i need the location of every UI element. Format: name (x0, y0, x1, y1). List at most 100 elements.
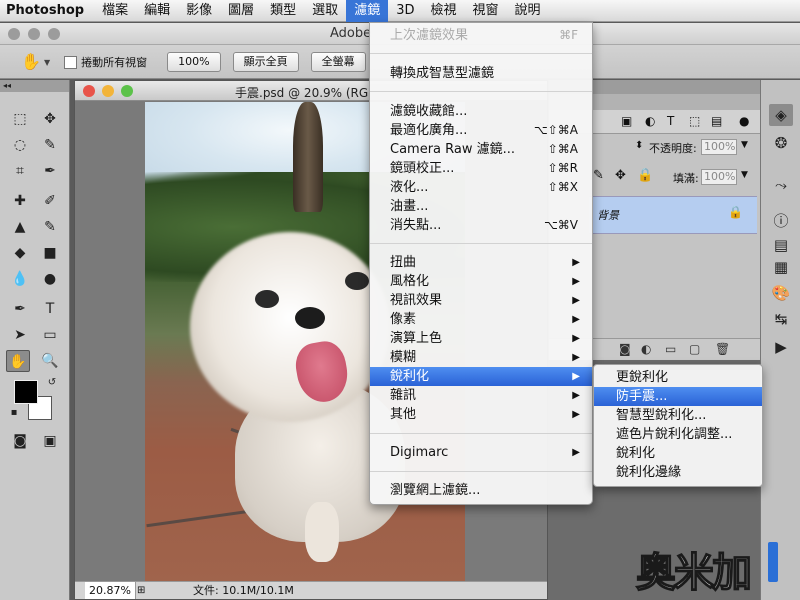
filter-shape-icon[interactable]: ⬚ (689, 114, 700, 128)
hand-tool-preset-icon[interactable]: ✋ (20, 51, 42, 73)
filter-adjustment-icon[interactable]: ◐ (645, 114, 655, 128)
swap-colors-icon[interactable]: ↺ (40, 372, 64, 394)
menu-item-convert-smart-filter[interactable]: 轉換成智慧型濾鏡 (370, 64, 592, 83)
window-minimize-button[interactable] (28, 28, 40, 40)
brush-tool-icon[interactable]: ✐ (38, 190, 62, 212)
default-colors-icon[interactable]: ▪ (2, 402, 26, 424)
gradient-tool-icon[interactable]: ■ (38, 242, 62, 264)
menu-item-liquify[interactable]: 液化... ⇧⌘X (370, 178, 592, 197)
blur-tool-icon[interactable]: 💧 (8, 268, 32, 290)
fill-chevron-icon[interactable]: ▼ (741, 170, 748, 180)
submenu-item-sharpen-more[interactable]: 更銳利化 (594, 368, 762, 387)
opacity-chevron-icon[interactable]: ▼ (741, 140, 748, 150)
new-layer-icon[interactable]: ▢ (689, 342, 700, 356)
menu-edit[interactable]: 編輯 (136, 0, 178, 22)
pen-tool-icon[interactable]: ✒ (8, 298, 32, 320)
menu-item-blur[interactable]: 模糊 ▶ (370, 348, 592, 367)
menu-item-adaptive-wide-angle[interactable]: 最適化廣角... ⌥⇧⌘A (370, 121, 592, 140)
fit-screen-button[interactable]: 顯示全頁 (232, 52, 299, 72)
submenu-item-unsharp-mask[interactable]: 遮色片銳利化調整... (594, 425, 762, 444)
menu-help[interactable]: 說明 (507, 0, 549, 22)
menu-item-last-filter[interactable]: 上次濾鏡效果 ⌘F (370, 26, 592, 45)
menu-3d[interactable]: 3D (388, 0, 422, 22)
paths-panel-icon[interactable]: ⤳ (769, 174, 793, 196)
menu-image[interactable]: 影像 (178, 0, 220, 22)
filter-smart-object-icon[interactable]: ▤ (711, 114, 722, 128)
marquee-tool-icon[interactable]: ⬚ (8, 108, 32, 130)
menu-item-render[interactable]: 演算上色 ▶ (370, 329, 592, 348)
status-menu-icon[interactable]: ⊞ (137, 582, 145, 599)
swatches-panel-icon[interactable]: ▦ (769, 256, 793, 278)
submenu-item-smart-sharpen[interactable]: 智慧型銳利化... (594, 406, 762, 425)
blend-mode-chevron-icon[interactable]: ⬍ (635, 140, 643, 151)
eraser-tool-icon[interactable]: ◆ (8, 242, 32, 264)
filter-type-icon[interactable]: T (667, 114, 674, 128)
doc-close-button[interactable] (83, 85, 95, 97)
menu-item-sharpen[interactable]: 銳利化 ▶ (370, 367, 592, 386)
history-panel-icon[interactable]: ↹ (769, 308, 793, 330)
fill-field[interactable]: 100% (701, 169, 737, 185)
submenu-item-sharpen[interactable]: 銳利化 (594, 444, 762, 463)
lock-pixels-icon[interactable]: ✎ (593, 168, 604, 183)
menu-item-other[interactable]: 其他 ▶ (370, 405, 592, 424)
menu-filter[interactable]: 濾鏡 (346, 0, 389, 22)
delete-layer-icon[interactable]: 🗑 (715, 342, 730, 356)
foreground-color-swatch[interactable] (14, 380, 38, 404)
menu-item-digimarc[interactable]: Digimarc ▶ (370, 443, 592, 462)
submenu-item-sharpen-edges[interactable]: 銳利化邊緣 (594, 463, 762, 482)
actual-pixels-button[interactable]: 100% (167, 52, 221, 72)
filter-toggle-icon[interactable]: ● (739, 114, 749, 128)
new-group-icon[interactable]: ▭ (665, 342, 676, 356)
layer-row-background[interactable]: 背景 🔒 (589, 196, 757, 234)
lock-position-icon[interactable]: ✥ (615, 168, 626, 183)
channels-panel-icon[interactable]: ❂ (769, 132, 793, 154)
menu-select[interactable]: 選取 (304, 0, 346, 22)
fill-screen-button[interactable]: 全螢幕 (310, 52, 366, 72)
menu-item-video[interactable]: 視訊效果 ▶ (370, 291, 592, 310)
menu-type[interactable]: 類型 (262, 0, 304, 22)
adjustment-layer-icon[interactable]: ◐ (641, 342, 651, 356)
menu-item-browse-filters-online[interactable]: 瀏覽網上濾鏡... (370, 481, 592, 500)
quick-selection-tool-icon[interactable]: ✎ (38, 134, 62, 156)
crop-tool-icon[interactable]: ⌗ (8, 160, 32, 182)
move-tool-icon[interactable]: ✥ (38, 108, 62, 130)
clone-stamp-tool-icon[interactable]: ▲ (8, 216, 32, 238)
submenu-item-shake-reduction[interactable]: 防手震... (594, 387, 762, 406)
zoom-level-field[interactable]: 20.87% (85, 582, 136, 599)
quick-mask-icon[interactable]: ◙ (8, 430, 32, 452)
path-selection-tool-icon[interactable]: ➤ (8, 324, 32, 346)
lock-all-icon[interactable]: 🔒 (637, 168, 653, 183)
opacity-field[interactable]: 100% (701, 139, 737, 155)
hand-tool-icon[interactable]: ✋ (6, 350, 30, 372)
doc-zoom-button[interactable] (121, 85, 133, 97)
rectangle-tool-icon[interactable]: ▭ (38, 324, 62, 346)
healing-brush-tool-icon[interactable]: ✚ (8, 190, 32, 212)
screen-mode-icon[interactable]: ▣ (38, 430, 62, 452)
document-size-info[interactable]: 文件: 10.1M/10.1M (193, 582, 294, 599)
histogram-panel-icon[interactable]: ▤ (769, 234, 793, 256)
info-panel-icon[interactable]: ⓘ (769, 210, 793, 232)
menu-item-vanishing-point[interactable]: 消失點... ⌥⌘V (370, 216, 592, 235)
add-mask-icon[interactable]: ◙ (619, 342, 631, 356)
scroll-all-windows-checkbox[interactable] (64, 55, 78, 69)
history-brush-tool-icon[interactable]: ✎ (38, 216, 62, 238)
doc-minimize-button[interactable] (102, 85, 114, 97)
dodge-tool-icon[interactable]: ● (38, 268, 62, 290)
tools-panel-header[interactable]: ◂◂ (0, 80, 69, 92)
menu-item-oil-paint[interactable]: 油畫... (370, 197, 592, 216)
menu-item-distort[interactable]: 扭曲 ▶ (370, 253, 592, 272)
lasso-tool-icon[interactable]: ◌ (8, 134, 32, 156)
menu-item-noise[interactable]: 雜訊 ▶ (370, 386, 592, 405)
chevron-down-icon[interactable]: ▼ (44, 58, 50, 67)
menu-item-pixelate[interactable]: 像素 ▶ (370, 310, 592, 329)
color-panel-icon[interactable]: 🎨 (769, 282, 793, 304)
menu-item-stylize[interactable]: 風格化 ▶ (370, 272, 592, 291)
menu-file[interactable]: 檔案 (94, 0, 136, 22)
filter-pixel-icon[interactable]: ▣ (621, 114, 632, 128)
menu-item-lens-correction[interactable]: 鏡頭校正... ⇧⌘R (370, 159, 592, 178)
window-zoom-button[interactable] (48, 28, 60, 40)
zoom-tool-icon[interactable]: 🔍 (38, 350, 62, 372)
layers-panel-icon[interactable]: ◈ (769, 104, 793, 126)
type-tool-icon[interactable]: T (38, 298, 62, 320)
menu-view[interactable]: 檢視 (422, 0, 464, 22)
